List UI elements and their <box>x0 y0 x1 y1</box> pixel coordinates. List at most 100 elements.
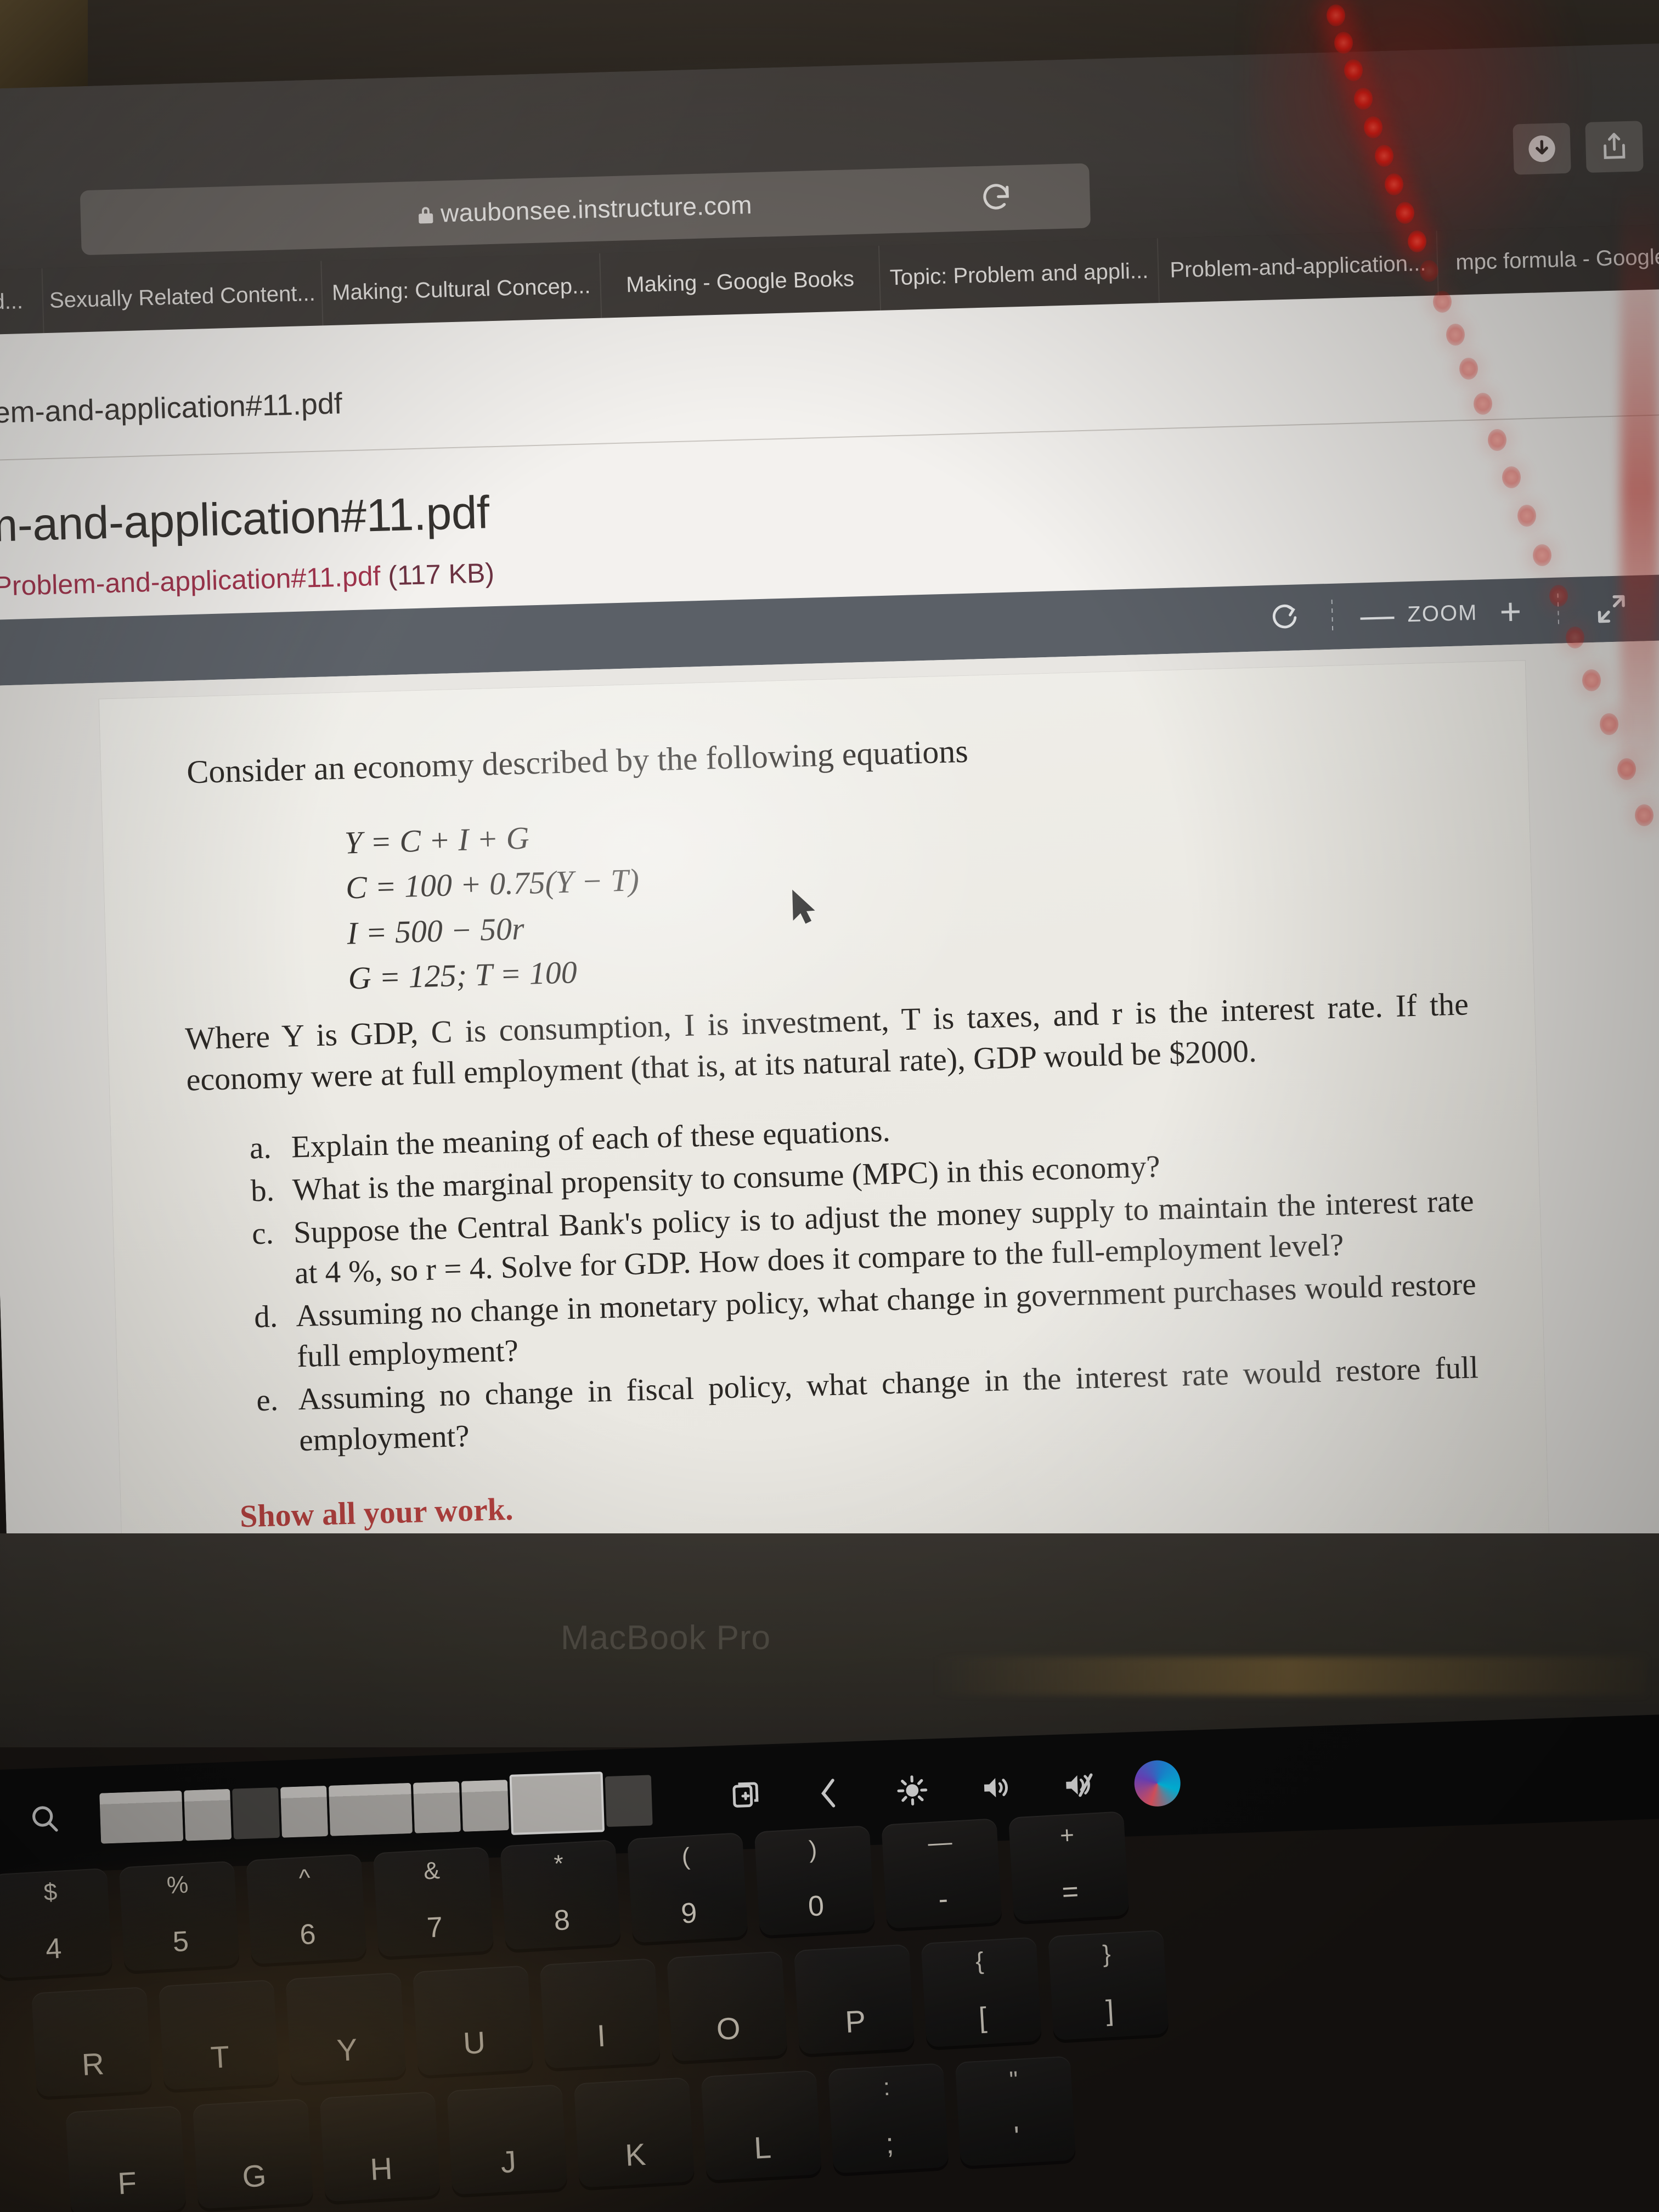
key-label: H <box>369 2151 393 2187</box>
key-label: 6 <box>298 1918 317 1951</box>
share-button[interactable] <box>1585 121 1644 173</box>
key-label: ; <box>885 2128 895 2160</box>
page-title: em-and-application#11.pdf <box>0 486 490 552</box>
key-label: Y <box>336 2032 359 2068</box>
key-bracket-right[interactable]: } ] <box>1048 1929 1169 2040</box>
browser-tab-0[interactable]: d... <box>0 268 44 335</box>
zoom-in-label: + <box>1499 590 1522 633</box>
question-label: c. <box>251 1216 274 1251</box>
key-y[interactable]: Y <box>285 1972 407 2083</box>
pdf-viewer-stage: Consider an economy described by the fol… <box>0 639 1659 1618</box>
key-minus[interactable]: — - <box>881 1818 1002 1929</box>
reload-icon <box>983 184 1009 210</box>
key-9[interactable]: ( 9 <box>627 1832 748 1943</box>
key-label: 8 <box>553 1904 571 1937</box>
hinge-reflection <box>933 1657 1646 1695</box>
key-h[interactable]: H <box>319 2091 441 2202</box>
question-label: d. <box>253 1299 278 1335</box>
downloads-button[interactable] <box>1513 122 1571 175</box>
address-bar-url: waubonsee.instructure.com <box>440 190 753 228</box>
key-label: 4 <box>44 1932 63 1966</box>
key-6[interactable]: ^ 6 <box>246 1853 367 1965</box>
browser-tab-4[interactable]: Topic: Problem and appli... <box>879 238 1160 311</box>
key-p[interactable]: P <box>793 1944 915 2055</box>
key-i[interactable]: I <box>539 1958 661 2069</box>
key-label: = <box>1061 1876 1080 1909</box>
pdf-equations-block: Y = C + I + G C = 100 + 0.75(Y − T) I = … <box>344 790 1468 1001</box>
zoom-out-button[interactable]: — <box>1346 582 1408 649</box>
pdf-where-paragraph: Where Y is GDP, C is consumption, I is i… <box>184 986 1469 1098</box>
rotate-button[interactable] <box>1251 584 1318 652</box>
key-quote[interactable]: " ' <box>955 2056 1076 2166</box>
browser-tab-3[interactable]: Making - Google Books <box>600 245 881 318</box>
browser-tab-1[interactable]: Sexually Related Content... <box>42 261 324 334</box>
key-label: 5 <box>172 1925 190 1959</box>
key-label: G <box>241 2158 267 2194</box>
chrome-toolbar-buttons <box>1513 121 1644 175</box>
pdf-page-content: Consider an economy described by the fol… <box>99 661 1550 1615</box>
tab-label: Sexually Related Content... <box>49 281 316 313</box>
breadcrumb-row: oblem-and-application#11.pdf <box>0 326 1659 461</box>
key-label: [ <box>978 2001 988 2034</box>
tab-label: Topic: Problem and appli... <box>889 258 1149 290</box>
key-label: - <box>937 1883 949 1916</box>
key-shift-label: } <box>1102 1940 1111 1968</box>
address-bar[interactable]: waubonsee.instructure.com <box>80 163 1091 256</box>
reload-button[interactable] <box>974 176 1018 220</box>
breadcrumb[interactable]: oblem-and-application#11.pdf <box>0 386 343 431</box>
share-icon <box>1604 133 1626 159</box>
browser-tab-5-active[interactable]: Problem-and-application... <box>1158 230 1439 303</box>
canvas-page: oblem-and-application#11.pdf em-and-appl… <box>0 288 1659 1620</box>
browser-tab-2[interactable]: Making: Cultural Concep... <box>321 253 602 326</box>
key-shift-label: % <box>166 1871 189 1899</box>
key-shift-label: * <box>553 1850 565 1878</box>
question-label: a. <box>249 1130 272 1166</box>
rotate-icon <box>1272 604 1297 629</box>
key-5[interactable]: % 5 <box>119 1860 240 1972</box>
download-link-text: ad Problem-and-application#11.pdf <box>0 560 381 603</box>
key-7[interactable]: & 7 <box>373 1846 494 1957</box>
pdf-question-list: a. Explain the meaning of each of these … <box>249 1095 1480 1462</box>
key-8[interactable]: * 8 <box>500 1839 621 1950</box>
key-f[interactable]: F <box>65 2105 187 2212</box>
key-label: J <box>499 2144 517 2180</box>
key-shift-label: ) <box>808 1836 818 1864</box>
browser-tab-6[interactable]: mpc formula - Google S <box>1437 223 1659 296</box>
key-k[interactable]: K <box>573 2077 695 2188</box>
key-equals[interactable]: + = <box>1008 1811 1130 1922</box>
key-4[interactable]: $ 4 <box>0 1867 113 1979</box>
tab-label: Making - Google Books <box>625 266 855 297</box>
question-label: e. <box>256 1383 279 1418</box>
key-j[interactable]: J <box>447 2084 568 2195</box>
lock-icon <box>419 207 433 224</box>
photo-of-laptop-screen: waubonsee.instructure.com d... Sexually … <box>0 0 1659 2212</box>
macbook-pro-brand-label: MacBook Pro <box>561 1619 771 1657</box>
download-file-link[interactable]: ad Problem-and-application#11.pdf (117 K… <box>0 557 495 603</box>
key-label: K <box>624 2136 647 2172</box>
key-shift-label: $ <box>43 1878 58 1906</box>
key-semicolon[interactable]: : ; <box>828 2063 949 2174</box>
tab-label: Making: Cultural Concep... <box>331 273 591 305</box>
key-bracket-left[interactable]: { [ <box>921 1937 1042 2047</box>
fullscreen-button[interactable] <box>1572 575 1651 643</box>
key-shift-label: + <box>1059 1821 1075 1849</box>
key-label: 0 <box>807 1889 825 1923</box>
key-0[interactable]: ) 0 <box>754 1825 876 1936</box>
key-shift-label: { <box>974 1947 985 1975</box>
key-label: L <box>753 2130 772 2165</box>
key-r[interactable]: R <box>31 1987 153 2097</box>
key-label: ] <box>1105 1994 1115 2027</box>
key-shift-label: — <box>927 1828 953 1857</box>
key-u[interactable]: U <box>413 1965 534 2076</box>
key-l[interactable]: L <box>701 2070 822 2181</box>
key-shift-label: " <box>1008 2066 1019 2094</box>
tab-label: Problem-and-application... <box>1169 251 1426 283</box>
key-g[interactable]: G <box>192 2098 314 2209</box>
key-o[interactable]: O <box>667 1951 788 2062</box>
key-label: O <box>715 2010 742 2047</box>
zoom-in-button[interactable]: + <box>1477 578 1544 645</box>
tab-label: d... <box>0 289 24 314</box>
key-label: T <box>210 2039 230 2075</box>
key-label: R <box>81 2046 105 2082</box>
key-t[interactable]: T <box>158 1979 280 2090</box>
